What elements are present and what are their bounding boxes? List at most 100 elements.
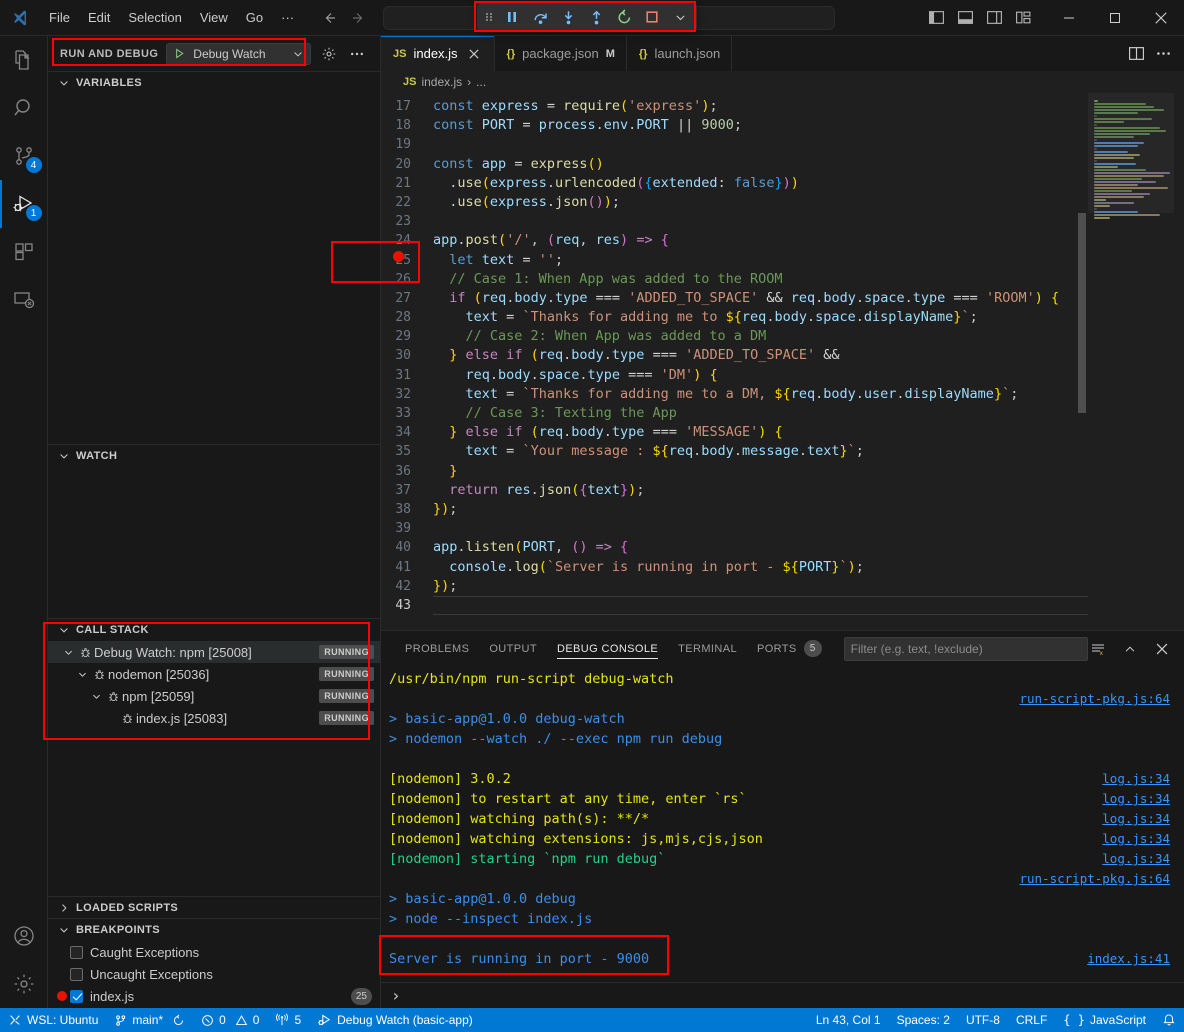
activitybar-run-and-debug[interactable]: 1 <box>0 180 48 228</box>
call-stack-row[interactable]: Debug Watch: npm [25008] RUNNING <box>48 641 380 663</box>
menu-selection[interactable]: Selection <box>119 6 190 29</box>
call-stack-row[interactable]: index.js [25083] RUNNING <box>48 707 380 729</box>
console-source[interactable]: log.js:34 <box>1102 809 1170 829</box>
status-remote-host[interactable]: WSL: Ubuntu <box>0 1008 106 1032</box>
debug-more-chevron-down-icon[interactable] <box>667 5 693 29</box>
breakpoint-checkbox[interactable] <box>70 946 83 959</box>
sidebar-more-actions-icon[interactable] <box>347 44 367 64</box>
breadcrumb-file[interactable]: index.js <box>421 75 462 89</box>
menu-more[interactable]: ··· <box>272 6 303 29</box>
chevron-up-icon[interactable] <box>1120 639 1140 659</box>
activitybar-remote-explorer[interactable] <box>0 276 48 324</box>
menu-file[interactable]: File <box>40 6 79 29</box>
console-source[interactable]: log.js:34 <box>1102 829 1170 849</box>
activitybar-extensions[interactable] <box>0 228 48 276</box>
toggle-secondary-sidebar-icon[interactable] <box>986 9 1003 26</box>
close-panel-icon[interactable] <box>1152 639 1172 659</box>
code-editor[interactable]: 17const express = require('express'); 18… <box>381 93 1184 630</box>
status-cursor-position[interactable]: Ln 43, Col 1 <box>808 1008 889 1032</box>
activitybar-explorer[interactable] <box>0 36 48 84</box>
status-encoding[interactable]: UTF-8 <box>958 1008 1008 1032</box>
status-problems[interactable]: 0 0 <box>193 1008 267 1032</box>
debug-pause-button[interactable] <box>499 5 525 29</box>
activitybar-search[interactable] <box>0 84 48 132</box>
tab-launch-json[interactable]: {} launch.json <box>627 36 732 71</box>
breakpoint-checkbox[interactable] <box>70 990 83 1003</box>
clear-console-icon[interactable]: x <box>1088 639 1108 659</box>
tab-debug-console[interactable]: DEBUG CONSOLE <box>547 631 668 666</box>
debug-step-out-button[interactable] <box>583 5 609 29</box>
status-notifications[interactable] <box>1154 1008 1184 1032</box>
code-content[interactable]: 17const express = require('express'); 18… <box>381 93 1088 630</box>
status-eol[interactable]: CRLF <box>1008 1008 1055 1032</box>
tab-problems[interactable]: PROBLEMS <box>395 631 479 666</box>
status-ports[interactable]: 5 <box>267 1008 309 1032</box>
console-source[interactable]: run-script-pkg.js:64 <box>1019 689 1170 709</box>
editor-breakpoint-dot-icon[interactable] <box>393 251 404 262</box>
tab-close-icon[interactable] <box>465 45 483 63</box>
menu-go[interactable]: Go <box>237 6 272 29</box>
debug-step-over-button[interactable] <box>527 5 553 29</box>
debug-step-into-button[interactable] <box>555 5 581 29</box>
drag-handle-icon[interactable] <box>481 9 497 25</box>
arrow-right-icon[interactable] <box>351 10 367 26</box>
debug-settings-gear-icon[interactable] <box>319 44 339 64</box>
activitybar-accounts[interactable] <box>0 912 48 960</box>
split-editor-icon[interactable] <box>1128 45 1145 62</box>
call-stack-row[interactable]: nodemon [25036] RUNNING <box>48 663 380 685</box>
breakpoint-row[interactable]: index.js 25 <box>48 985 380 1007</box>
editor-minimap[interactable] <box>1088 93 1184 630</box>
status-language-mode[interactable]: { } JavaScript <box>1055 1008 1154 1032</box>
editor-more-actions-icon[interactable] <box>1155 45 1172 62</box>
section-header-loaded-scripts[interactable]: LOADED SCRIPTS <box>48 897 380 919</box>
arrow-left-icon[interactable] <box>321 10 337 26</box>
debug-toolbar[interactable] <box>477 2 697 32</box>
chevron-down-icon[interactable] <box>88 688 104 704</box>
editor-scrollbar[interactable] <box>1078 213 1086 413</box>
breadcrumb[interactable]: JS index.js › ... <box>381 71 1184 93</box>
console-source[interactable]: log.js:34 <box>1102 789 1170 809</box>
status-indentation[interactable]: Spaces: 2 <box>889 1008 958 1032</box>
maximize-button[interactable] <box>1092 0 1138 36</box>
close-button[interactable] <box>1138 0 1184 36</box>
chevron-down-icon[interactable] <box>74 666 90 682</box>
section-header-variables[interactable]: VARIABLES <box>48 72 380 94</box>
debug-restart-button[interactable] <box>611 5 637 29</box>
tab-terminal[interactable]: TERMINAL <box>668 631 747 666</box>
tab-output[interactable]: OUTPUT <box>479 631 547 666</box>
breakpoint-checkbox[interactable] <box>70 968 83 981</box>
tab-package-json[interactable]: {} package.json M <box>495 36 627 71</box>
status-debug-session[interactable]: Debug Watch (basic-app) <box>309 1008 481 1032</box>
console-filter-input[interactable]: Filter (e.g. text, !exclude) <box>844 637 1088 661</box>
breakpoint-row[interactable]: Caught Exceptions <box>48 941 380 963</box>
menu-edit[interactable]: Edit <box>79 6 119 29</box>
debug-console-output[interactable]: /usr/bin/npm run-script debug-watch run-… <box>381 666 1184 982</box>
play-icon[interactable] <box>173 47 186 60</box>
minimize-button[interactable] <box>1046 0 1092 36</box>
call-stack-row[interactable]: npm [25059] RUNNING <box>48 685 380 707</box>
debug-configuration-dropdown[interactable]: Debug Watch <box>166 43 311 65</box>
toggle-primary-sidebar-icon[interactable] <box>928 9 945 26</box>
console-source[interactable]: index.js:41 <box>1087 949 1170 969</box>
tab-ports[interactable]: PORTS 5 <box>747 631 832 666</box>
console-source[interactable]: log.js:34 <box>1102 769 1170 789</box>
activitybar-source-control[interactable]: 4 <box>0 132 48 180</box>
breadcrumb-tail[interactable]: ... <box>476 75 486 89</box>
status-branch[interactable]: main* <box>106 1008 193 1032</box>
section-header-call-stack[interactable]: CALL STACK <box>48 619 380 641</box>
sync-icon[interactable] <box>172 1014 185 1027</box>
console-source[interactable]: log.js:34 <box>1102 849 1170 869</box>
breakpoint-row[interactable]: Uncaught Exceptions <box>48 963 380 985</box>
section-header-breakpoints[interactable]: BREAKPOINTS <box>48 919 380 941</box>
customize-layout-icon[interactable] <box>1015 9 1032 26</box>
debug-console-input[interactable]: › <box>381 982 1184 1008</box>
section-header-watch[interactable]: WATCH <box>48 445 380 467</box>
console-source[interactable]: run-script-pkg.js:64 <box>1019 869 1170 889</box>
activitybar-manage-gear-icon[interactable] <box>0 960 48 1008</box>
menu-view[interactable]: View <box>191 6 237 29</box>
minimap-slider[interactable] <box>1088 93 1174 213</box>
chevron-down-icon[interactable] <box>60 644 76 660</box>
tab-index-js[interactable]: JS index.js <box>381 36 495 71</box>
debug-stop-button[interactable] <box>639 5 665 29</box>
chevron-down-icon[interactable] <box>292 48 304 60</box>
